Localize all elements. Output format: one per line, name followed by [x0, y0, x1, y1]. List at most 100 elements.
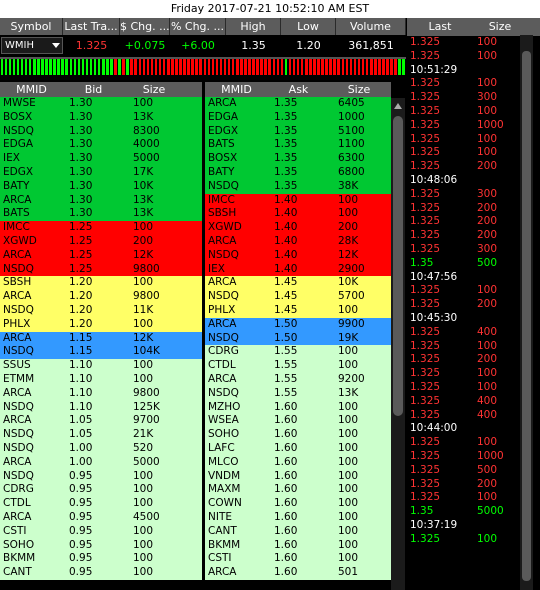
bid-row[interactable]: SOHO 0.95 100 [0, 538, 202, 553]
ask-row[interactable]: COWN 1.60 100 [205, 497, 391, 511]
ask-row[interactable]: ARCA 1.40 28K [205, 234, 391, 249]
bid-row[interactable]: BOSX 1.30 13K [0, 110, 202, 125]
bid-row[interactable]: NSDQ 1.15 104K [0, 345, 202, 360]
bid-row[interactable]: CSTI 0.95 100 [0, 524, 202, 539]
bid-row[interactable]: ARCA 1.05 9700 [0, 414, 202, 429]
ask-row[interactable]: WSEA 1.60 100 [205, 414, 391, 429]
ask-row[interactable]: CANT 1.60 100 [205, 524, 391, 539]
scroll-up-icon[interactable] [394, 103, 402, 109]
scrollbar-thumb[interactable] [393, 116, 403, 416]
ask-row[interactable]: BOSX 1.35 6300 [205, 152, 391, 166]
ask-row[interactable]: XGWD 1.40 200 [205, 221, 391, 235]
col-header-dollar-change[interactable]: $ Chg. ... [120, 18, 170, 35]
ask-row[interactable]: NSDQ 1.35 38K [205, 179, 391, 194]
bid-row[interactable]: NSDQ 1.25 9800 [0, 262, 202, 277]
bid-row[interactable]: ARCA 0.95 4500 [0, 510, 202, 525]
ask-row[interactable]: CSTI 1.60 100 [205, 552, 391, 567]
bid-row[interactable]: PHLX 1.20 100 [0, 317, 202, 332]
col-header-last[interactable]: Last Tra... [63, 18, 120, 35]
bid-row[interactable]: ARCA 1.10 9800 [0, 386, 202, 401]
bid-row[interactable]: ETMM 1.10 100 [0, 372, 202, 387]
col-header-symbol[interactable]: Symbol [0, 18, 63, 35]
ask-row[interactable]: BKMM 1.60 100 [205, 538, 391, 553]
ask-row[interactable]: MLCO 1.60 100 [205, 455, 391, 470]
dollar-change-value: +0.075 [124, 39, 166, 52]
bid-row[interactable]: ARCA 1.30 13K [0, 193, 202, 208]
time-sales-scrollbar[interactable] [520, 35, 533, 590]
symbol-selector[interactable]: WMIH [1, 37, 63, 54]
ask-row[interactable]: NSDQ 1.45 5700 [205, 290, 391, 304]
ask-row[interactable]: ARCA 1.35 6405 [205, 97, 391, 111]
ask-row[interactable]: BATS 1.35 1100 [205, 138, 391, 153]
bid-row[interactable]: CDRG 0.95 100 [0, 483, 202, 498]
bid-row[interactable]: BATS 1.30 13K [0, 207, 202, 222]
bid-row[interactable]: IEX 1.30 5000 [0, 152, 202, 166]
bid-row[interactable]: XGWD 1.25 200 [0, 234, 202, 249]
bid-row[interactable]: NSDQ 1.30 8300 [0, 124, 202, 139]
ask-row[interactable]: PHLX 1.45 100 [205, 303, 391, 318]
ask-row[interactable]: IMCC 1.40 100 [205, 193, 391, 208]
ask-row[interactable]: CDRG 1.55 100 [205, 345, 391, 360]
bid-row[interactable]: CTDL 0.95 100 [0, 497, 202, 511]
bid-row[interactable]: ARCA 1.20 9800 [0, 290, 202, 304]
ask-row[interactable]: EDGX 1.35 5100 [205, 124, 391, 139]
ask-row[interactable]: NSDQ 1.50 19K [205, 331, 391, 346]
ask-row[interactable]: MZHO 1.60 100 [205, 400, 391, 415]
bid-row[interactable]: ARCA 1.00 5000 [0, 455, 202, 470]
bid-row[interactable]: CANT 0.95 100 [0, 566, 202, 580]
bid-mmid: BATS [3, 207, 30, 220]
book-scrollbar[interactable] [391, 98, 405, 590]
ask-row[interactable]: LAFC 1.60 100 [205, 441, 391, 456]
col-header-tns-last[interactable]: Last [407, 18, 473, 36]
ask-row[interactable]: VNDM 1.60 100 [205, 469, 391, 484]
ask-row[interactable]: NITE 1.60 100 [205, 510, 391, 525]
col-header-low[interactable]: Low [281, 18, 336, 35]
ask-price: 1.40 [274, 207, 298, 220]
bid-row[interactable]: EDGX 1.30 17K [0, 165, 202, 180]
col-header-bid[interactable]: Bid [63, 82, 124, 97]
bid-row[interactable]: ARCA 1.15 12K [0, 331, 202, 346]
col-header-ask-size[interactable]: Size [329, 82, 389, 97]
ask-row[interactable]: SOHO 1.60 100 [205, 428, 391, 442]
bid-row[interactable]: ARCA 1.25 12K [0, 248, 202, 263]
bid-row[interactable]: MWSE 1.30 100 [0, 97, 202, 111]
col-header-high[interactable]: High [226, 18, 281, 35]
bid-mmid: SOHO [3, 538, 35, 551]
col-header-bid-size[interactable]: Size [124, 82, 184, 97]
tick-mark [138, 59, 142, 75]
bid-price: 0.95 [69, 552, 93, 565]
ask-row[interactable]: NSDQ 1.40 12K [205, 248, 391, 263]
col-header-mmid-ask[interactable]: MMID [205, 82, 268, 97]
ask-row[interactable]: IEX 1.40 2900 [205, 262, 391, 277]
ask-row[interactable]: ARCA 1.55 9200 [205, 372, 391, 387]
bid-row[interactable]: NSDQ 0.95 100 [0, 469, 202, 484]
ask-row[interactable]: CTDL 1.55 100 [205, 359, 391, 373]
bid-row[interactable]: SBSH 1.20 100 [0, 276, 202, 291]
ask-row[interactable]: SBSH 1.40 100 [205, 207, 391, 222]
ask-row[interactable]: EDGA 1.35 1000 [205, 110, 391, 125]
bid-row[interactable]: EDGA 1.30 4000 [0, 138, 202, 153]
bid-row[interactable]: IMCC 1.25 100 [0, 221, 202, 235]
bid-size: 100 [133, 221, 154, 234]
bid-row[interactable]: SSUS 1.10 100 [0, 359, 202, 373]
col-header-pct-change[interactable]: % Chg. ... [170, 18, 226, 35]
ask-row[interactable]: BATY 1.35 6800 [205, 165, 391, 180]
bid-row[interactable]: NSDQ 1.10 125K [0, 400, 202, 415]
time-sales-scroll-thumb[interactable] [522, 51, 531, 581]
ask-row[interactable]: ARCA 1.45 10K [205, 276, 391, 291]
ask-row[interactable]: NSDQ 1.55 13K [205, 386, 391, 401]
col-header-ask[interactable]: Ask [268, 82, 329, 97]
ask-row[interactable]: ARCA 1.60 501 [205, 566, 391, 580]
bid-row[interactable]: BATY 1.30 10K [0, 179, 202, 194]
ask-row[interactable]: ARCA 1.50 9900 [205, 317, 391, 332]
col-header-volume[interactable]: Volume [336, 18, 406, 35]
bid-row[interactable]: NSDQ 1.20 11K [0, 303, 202, 318]
chevron-down-icon[interactable] [52, 43, 60, 48]
bid-row[interactable]: BKMM 0.95 100 [0, 552, 202, 567]
bid-row[interactable]: NSDQ 1.00 520 [0, 441, 202, 456]
col-header-mmid[interactable]: MMID [0, 82, 63, 97]
ask-row[interactable]: MAXM 1.60 100 [205, 483, 391, 498]
bid-row[interactable]: NSDQ 1.05 21K [0, 428, 202, 442]
col-header-tns-size[interactable]: Size [473, 18, 527, 36]
bid-mmid: IEX [3, 152, 20, 165]
